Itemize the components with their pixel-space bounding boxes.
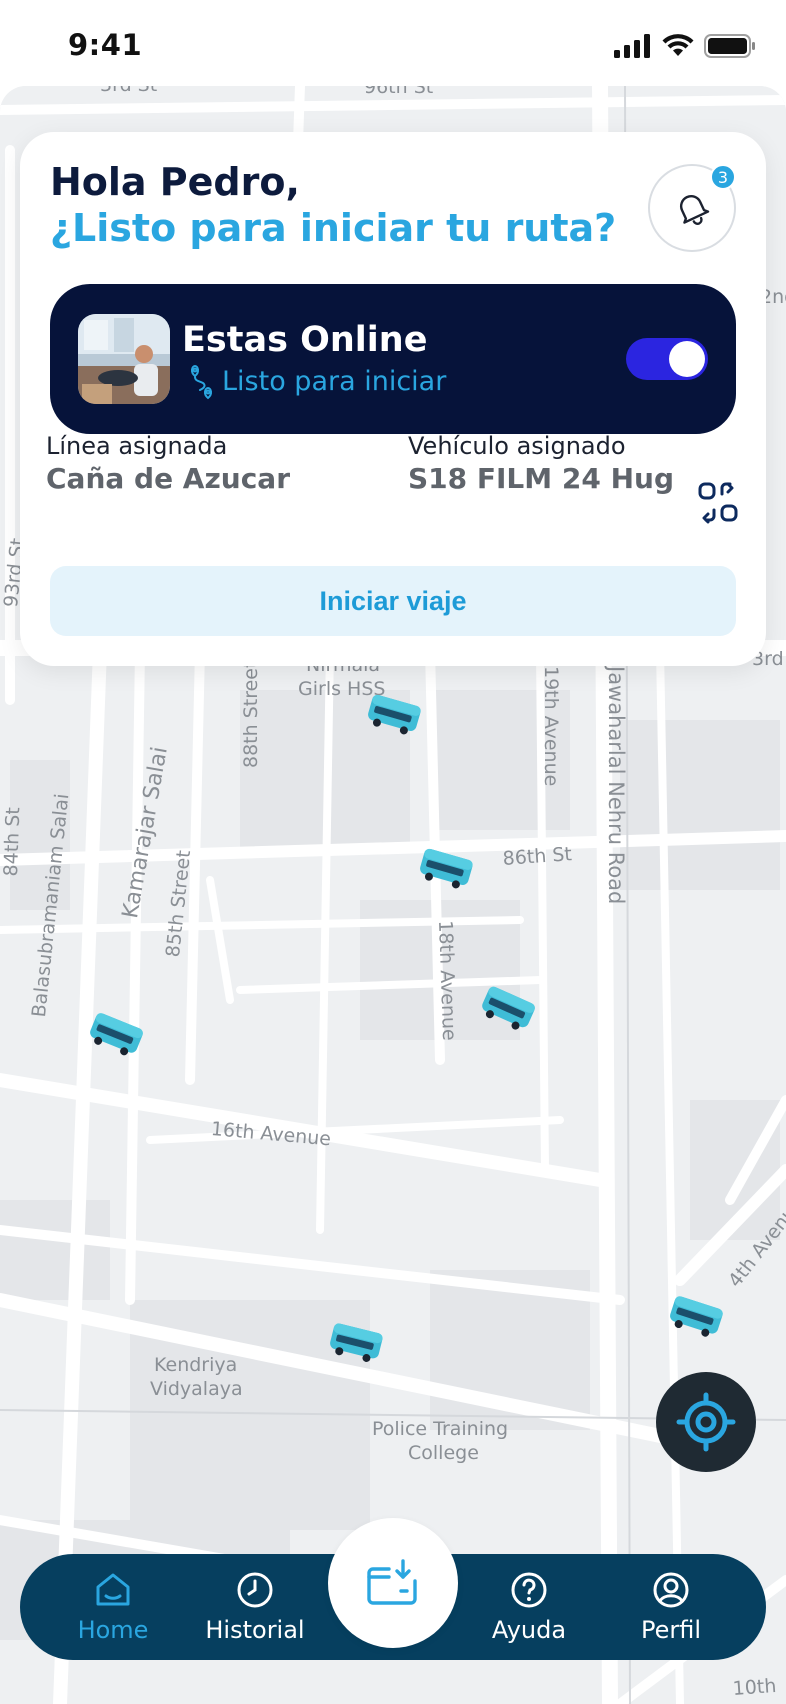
online-status-title: Estas Online	[182, 320, 428, 360]
assigned-vehicle-label: Vehículo asignado	[408, 432, 626, 460]
status-time: 9:41	[68, 28, 143, 62]
assigned-line-value: Caña de Azucar	[46, 462, 291, 495]
assigned-vehicle-value: S18 FILM 24 Hug	[408, 462, 674, 495]
bell-icon	[679, 195, 710, 225]
map-label-jawaharlal-nehru-road: Jawaharlal Nehru Road	[604, 666, 628, 905]
assigned-line-label: Línea asignada	[46, 432, 228, 460]
route-pin-icon	[191, 364, 212, 400]
map-label-18th-avenue: 18th Avenue	[434, 920, 461, 1042]
home-icon	[96, 1573, 130, 1606]
online-status-panel: Estas Online Listo para iniciar	[50, 284, 736, 434]
user-icon	[653, 1572, 689, 1608]
crosshair-icon	[676, 1392, 736, 1452]
battery-icon	[704, 34, 755, 58]
swap-vehicle-icon[interactable]	[696, 480, 740, 524]
trip-action-button[interactable]	[328, 1518, 458, 1648]
nav-home-label: Home	[77, 1616, 149, 1644]
notifications-button[interactable]: 3	[648, 164, 736, 252]
map-label-college: College	[408, 1442, 479, 1464]
nav-help[interactable]: Ayuda	[464, 1554, 594, 1660]
map-label-10th: 10th	[732, 1674, 778, 1700]
greeting-subtitle: ¿Listo para iniciar tu ruta?	[50, 206, 617, 250]
nav-profile[interactable]: Perfil	[606, 1554, 736, 1660]
greeting-title: Hola Pedro,	[50, 160, 300, 204]
wallet-download-icon	[367, 1559, 417, 1605]
map-label-kendriya: Kendriya	[154, 1354, 238, 1376]
map-label-vidyalaya: Vidyalaya	[150, 1378, 243, 1400]
online-toggle[interactable]	[626, 338, 708, 380]
map-label-88th-street: 88th Street	[240, 660, 262, 768]
status-icons	[614, 34, 756, 58]
driver-avatar	[78, 314, 170, 404]
cellular-signal-icon	[614, 34, 650, 58]
nav-home[interactable]: Home	[48, 1554, 178, 1660]
driver-status-card: Hola Pedro, ¿Listo para iniciar tu ruta?…	[20, 132, 766, 666]
wifi-icon	[662, 34, 694, 56]
nav-help-label: Ayuda	[491, 1616, 567, 1644]
map-label-3rd-st: 3rd St	[100, 86, 157, 96]
map-label-84th-st: 84th St	[0, 806, 25, 877]
map-label-96th-st: 96th St	[364, 86, 434, 98]
map-label-19th-avenue: 19th Avenue	[540, 666, 562, 787]
clock-icon	[237, 1572, 273, 1608]
start-trip-button[interactable]: Iniciar viaje	[50, 566, 736, 636]
map-label-police-training: Police Training	[372, 1418, 509, 1440]
locate-me-button[interactable]	[656, 1372, 756, 1472]
nav-history[interactable]: Historial	[190, 1554, 320, 1660]
online-status-subtitle: Listo para iniciar	[222, 366, 447, 397]
nav-profile-label: Perfil	[640, 1616, 702, 1644]
toggle-knob	[669, 341, 705, 377]
nav-history-label: Historial	[205, 1616, 305, 1644]
status-bar: 9:41	[0, 0, 786, 86]
notification-count-badge: 3	[710, 164, 736, 190]
help-icon	[511, 1572, 547, 1608]
